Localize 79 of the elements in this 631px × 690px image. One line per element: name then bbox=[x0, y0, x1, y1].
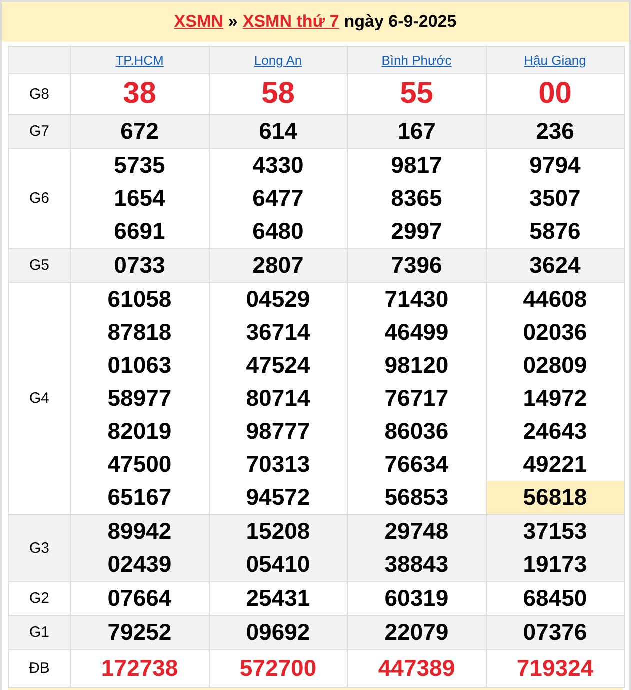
winning-number: 55 bbox=[399, 76, 434, 112]
winning-number: 70313 bbox=[245, 450, 312, 479]
winning-number: 6691 bbox=[113, 217, 166, 246]
winning-number: 19173 bbox=[522, 550, 588, 579]
draw-date: ngày 6-9-2025 bbox=[344, 12, 457, 32]
winning-number: 87818 bbox=[106, 318, 173, 347]
winning-number: 68450 bbox=[522, 584, 588, 613]
winning-number: 47500 bbox=[106, 450, 173, 479]
winning-number: 76717 bbox=[384, 384, 450, 413]
winning-number: 7396 bbox=[390, 251, 444, 280]
winning-number: 672 bbox=[120, 117, 160, 146]
winning-number: 04529 bbox=[245, 285, 312, 314]
winning-number: 2807 bbox=[252, 251, 305, 280]
winning-number: 44608 bbox=[522, 285, 588, 314]
winning-number: 49221 bbox=[522, 450, 588, 479]
winning-number: 56818 bbox=[486, 481, 624, 514]
winning-number: 82019 bbox=[106, 417, 173, 446]
winning-number: 98777 bbox=[245, 417, 312, 446]
winning-number: 56853 bbox=[384, 483, 450, 512]
winning-number: 614 bbox=[258, 117, 298, 146]
winning-number: 46499 bbox=[384, 318, 450, 347]
winning-number: 94572 bbox=[245, 483, 312, 512]
winning-number: 0733 bbox=[113, 251, 166, 280]
winning-number: 47524 bbox=[245, 351, 312, 380]
winning-number: 05410 bbox=[245, 550, 312, 579]
winning-number: 02036 bbox=[522, 318, 588, 347]
winning-number: 65167 bbox=[106, 483, 173, 512]
winning-number: 89942 bbox=[106, 517, 173, 546]
separator: » bbox=[228, 12, 238, 32]
winning-number: 167 bbox=[396, 117, 437, 146]
winning-number: 58977 bbox=[106, 384, 173, 413]
winning-number: 15208 bbox=[245, 517, 312, 546]
province-link[interactable]: Long An bbox=[254, 52, 302, 68]
weekday-link[interactable]: XSMN thứ 7 bbox=[242, 12, 340, 32]
winning-number: 236 bbox=[535, 117, 576, 146]
winning-number: 6480 bbox=[252, 217, 305, 246]
region-link[interactable]: XSMN bbox=[174, 12, 224, 32]
prize-label: G4 bbox=[8, 282, 70, 514]
winning-number: 80714 bbox=[245, 384, 312, 413]
winning-number: 07664 bbox=[106, 584, 173, 613]
winning-number: 9817 bbox=[390, 151, 444, 180]
province-link[interactable]: TP.HCM bbox=[116, 52, 164, 68]
winning-number: 1654 bbox=[113, 184, 166, 213]
winning-number: 37153 bbox=[522, 517, 588, 546]
winning-number: 3624 bbox=[528, 251, 582, 280]
winning-number: 38843 bbox=[384, 550, 450, 579]
winning-number: 61058 bbox=[106, 285, 173, 314]
winning-number: 24643 bbox=[522, 417, 588, 446]
winning-number: 07376 bbox=[522, 618, 588, 647]
winning-number: 71430 bbox=[384, 285, 450, 314]
winning-number: 38 bbox=[122, 76, 158, 112]
winning-number: 3507 bbox=[528, 184, 582, 213]
winning-number: 79252 bbox=[106, 618, 173, 647]
winning-number: 01063 bbox=[106, 351, 173, 380]
winning-number: 76634 bbox=[384, 450, 450, 479]
winning-number: 86036 bbox=[384, 417, 450, 446]
winning-number: 09692 bbox=[245, 618, 312, 647]
winning-number: 5735 bbox=[113, 151, 166, 180]
winning-number: 9794 bbox=[528, 151, 582, 180]
winning-number: 172738 bbox=[100, 654, 180, 683]
winning-number: 02809 bbox=[522, 351, 588, 380]
winning-number: 447389 bbox=[377, 654, 456, 683]
winning-number: 02439 bbox=[106, 550, 173, 579]
winning-number: 6477 bbox=[252, 184, 305, 213]
winning-number: 98120 bbox=[384, 351, 450, 380]
winning-number: 36714 bbox=[245, 318, 312, 347]
winning-number: 14972 bbox=[522, 384, 588, 413]
winning-number: 2997 bbox=[390, 217, 444, 246]
winning-number: 4330 bbox=[252, 151, 305, 180]
winning-number: 00 bbox=[538, 76, 573, 112]
winning-number: 60319 bbox=[384, 584, 450, 613]
winning-number: 8365 bbox=[390, 184, 444, 213]
winning-number: 22079 bbox=[384, 618, 450, 647]
winning-number: 572700 bbox=[238, 654, 318, 683]
winning-number: 719324 bbox=[516, 654, 595, 683]
winning-number: 58 bbox=[260, 76, 296, 112]
winning-number: 29748 bbox=[384, 517, 450, 546]
winning-number: 5876 bbox=[528, 217, 582, 246]
winning-number: 25431 bbox=[245, 584, 312, 613]
